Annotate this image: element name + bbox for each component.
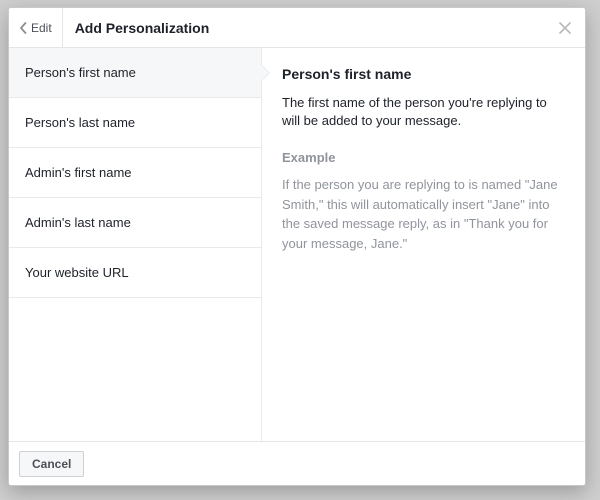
detail-heading: Person's first name [282,66,565,82]
chevron-left-icon [19,22,27,34]
example-label: Example [282,150,565,165]
list-item-admin-first-name[interactable]: Admin's first name [9,148,261,198]
personalization-list: Person's first name Person's last name A… [9,48,262,441]
modal-title: Add Personalization [75,20,210,36]
list-item-label: Admin's last name [25,215,131,230]
cancel-button-label: Cancel [32,457,71,471]
detail-description: The first name of the person you're repl… [282,94,565,130]
list-item-person-first-name[interactable]: Person's first name [9,48,261,98]
list-item-website-url[interactable]: Your website URL [9,248,261,298]
back-button-label: Edit [31,21,52,35]
list-item-label: Person's first name [25,65,136,80]
personalization-detail: Person's first name The first name of th… [262,48,585,441]
back-button[interactable]: Edit [13,8,63,47]
list-item-person-last-name[interactable]: Person's last name [9,98,261,148]
list-item-label: Admin's first name [25,165,132,180]
modal-header: Edit Add Personalization [9,8,585,48]
list-item-label: Person's last name [25,115,135,130]
example-text: If the person you are replying to is nam… [282,175,565,253]
list-item-label: Your website URL [25,265,129,280]
close-button[interactable] [555,18,575,38]
list-item-admin-last-name[interactable]: Admin's last name [9,198,261,248]
modal-footer: Cancel [9,441,585,485]
close-icon [559,22,571,34]
add-personalization-modal: Edit Add Personalization Person's first … [8,7,586,486]
cancel-button[interactable]: Cancel [19,451,84,477]
modal-body: Person's first name Person's last name A… [9,48,585,441]
